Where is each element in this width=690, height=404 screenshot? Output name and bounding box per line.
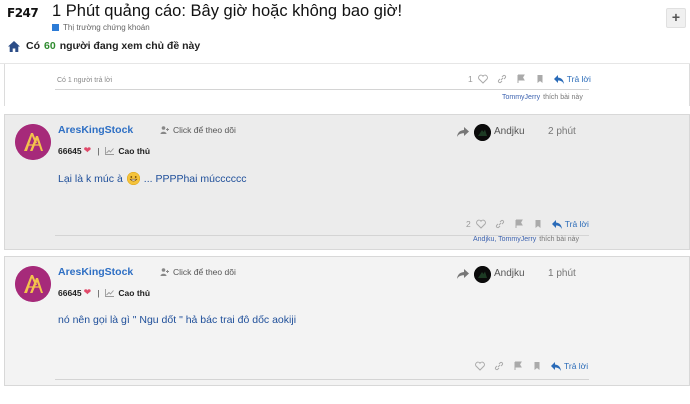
user-plus-icon xyxy=(160,126,169,134)
bookmark-icon[interactable] xyxy=(535,74,545,84)
avatar[interactable] xyxy=(15,266,51,302)
grin-emoji-icon xyxy=(126,171,140,186)
post-actions: Trả lời xyxy=(475,361,588,371)
reply-button[interactable]: Trả lời xyxy=(551,361,588,371)
post-content-text-1: Lại là k múc à xyxy=(58,172,123,185)
divider xyxy=(55,379,589,380)
viewers-prefix: Có xyxy=(26,40,40,52)
username[interactable]: AresKingStock xyxy=(58,266,133,278)
link-icon[interactable] xyxy=(494,361,504,371)
user-plus-icon xyxy=(160,268,169,276)
follow-button[interactable]: Click để theo dõi xyxy=(160,125,236,135)
reply-label: Trả lời xyxy=(564,361,589,371)
share-icon[interactable] xyxy=(457,269,469,279)
separator: | xyxy=(97,145,100,156)
reply-icon xyxy=(551,219,562,229)
site-logo[interactable]: F247 xyxy=(7,7,47,31)
post-item: AresKingStock Click để theo dõi 66645 ❤ … xyxy=(4,114,690,250)
liked-by-suffix: thích bài này xyxy=(539,236,579,243)
post-content: nó nên gọi là gì " Ngu dốt " hả bác trai… xyxy=(58,314,297,326)
follow-button[interactable]: Click để theo dõi xyxy=(160,267,236,277)
liked-by: TommyJerry thích bài này xyxy=(502,94,583,101)
user-stats: 66645 ❤ | Cao thủ xyxy=(58,287,150,298)
reply-label: Trả lời xyxy=(564,219,589,229)
liked-by-suffix: thích bài này xyxy=(543,94,583,101)
viewers-line: Có 60 người đang xem chủ đề này xyxy=(8,40,200,52)
bookmark-icon[interactable] xyxy=(533,219,543,229)
divider xyxy=(55,89,589,90)
flag-icon[interactable] xyxy=(513,361,523,371)
heart-icon[interactable] xyxy=(477,74,488,84)
user-rank: Cao thủ xyxy=(118,287,151,298)
user-score: 66645 xyxy=(58,287,82,298)
reply-count[interactable]: Có 1 người trả lời xyxy=(57,77,112,84)
like-count[interactable]: 1 xyxy=(468,74,473,84)
liked-by: Andjku, TommyJerry thích bài này xyxy=(473,236,579,243)
like-count[interactable]: 2 xyxy=(466,219,471,229)
liked-by-names[interactable]: TommyJerry xyxy=(502,94,540,101)
post-item: AresKingStock Click để theo dõi 66645 ❤ … xyxy=(4,256,690,386)
heart-icon: ❤ xyxy=(83,145,92,155)
reply-label: Trả lời xyxy=(566,74,591,84)
category-badge xyxy=(52,24,59,31)
reply-icon xyxy=(551,361,561,371)
viewers-count: 60 xyxy=(44,40,56,52)
link-icon[interactable] xyxy=(495,219,505,229)
post-time[interactable]: 1 phút xyxy=(548,268,576,279)
user-stats: 66645 ❤ | Cao thủ xyxy=(58,145,150,156)
topic-header: F247 1 Phút quảng cáo: Bây giờ hoặc khôn… xyxy=(0,0,690,64)
page-bottom xyxy=(0,386,690,404)
reply-icon xyxy=(553,74,564,84)
post-time[interactable]: 2 phút xyxy=(548,126,576,137)
reply-to-avatar-icon xyxy=(474,266,491,283)
post-content: Lại là k múc à ... PPPPhai múcccccc xyxy=(58,171,247,186)
viewers-suffix: người đang xem chủ đề này xyxy=(59,40,201,52)
heart-icon: ❤ xyxy=(83,287,92,297)
topic-title[interactable]: 1 Phút quảng cáo: Bây giờ hoặc không bao… xyxy=(52,2,402,21)
post-actions: 1 Trả lời xyxy=(468,74,591,84)
follow-label: Click để theo dõi xyxy=(173,125,236,135)
user-rank: Cao thủ xyxy=(118,145,151,156)
separator: | xyxy=(97,287,100,298)
reply-to-avatar[interactable] xyxy=(474,266,491,283)
avatar[interactable] xyxy=(15,124,51,160)
trend-icon xyxy=(105,146,115,155)
user-score: 66645 xyxy=(58,145,82,156)
trend-icon xyxy=(105,288,115,297)
avatar-logo-icon xyxy=(15,266,51,302)
previous-post-footer: Có 1 người trả lời 1 Trả lời TommyJerry t… xyxy=(4,64,690,106)
flag-icon[interactable] xyxy=(514,219,524,229)
logo-text: F247 xyxy=(7,6,39,20)
username[interactable]: AresKingStock xyxy=(58,124,133,136)
expand-button[interactable]: + xyxy=(666,8,686,28)
flag-icon[interactable] xyxy=(516,74,526,84)
reply-to-username[interactable]: Andjku xyxy=(494,268,525,279)
category-label: Thị trường chứng khoán xyxy=(63,23,150,32)
follow-label: Click để theo dõi xyxy=(173,267,236,277)
liked-by-names[interactable]: Andjku, TommyJerry xyxy=(473,236,536,243)
home-icon[interactable] xyxy=(8,40,20,52)
reply-to-avatar[interactable] xyxy=(474,124,491,141)
reply-to-avatar-icon xyxy=(474,124,491,141)
heart-icon[interactable] xyxy=(475,361,485,371)
reply-to-username[interactable]: Andjku xyxy=(494,126,525,137)
post-actions: 2 Trả lời xyxy=(466,219,589,229)
reply-button[interactable]: Trả lời xyxy=(553,74,591,84)
reply-button[interactable]: Trả lời xyxy=(551,219,589,229)
share-icon[interactable] xyxy=(457,127,469,137)
avatar-logo-icon xyxy=(15,124,51,160)
post-stream: Có 1 người trả lời 1 Trả lời TommyJerry t… xyxy=(2,64,690,386)
heart-icon[interactable] xyxy=(475,219,486,229)
topic-category[interactable]: Thị trường chứng khoán xyxy=(52,23,150,32)
post-content-text-2: ... PPPPhai múcccccc xyxy=(143,172,247,185)
link-icon[interactable] xyxy=(497,74,507,84)
bookmark-icon[interactable] xyxy=(532,361,542,371)
